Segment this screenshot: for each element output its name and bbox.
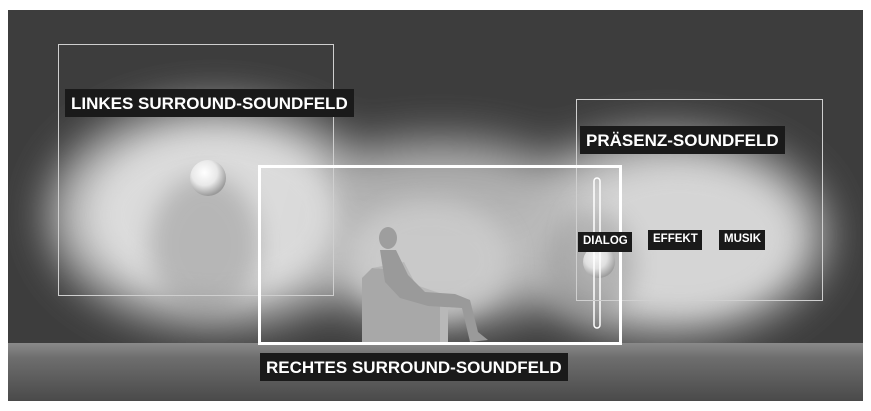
soundfield-diagram: LINKES SURROUND-SOUNDFELD PRÄSENZ-SOUNDF… — [0, 0, 871, 411]
presence-label: PRÄSENZ-SOUNDFELD — [580, 126, 785, 154]
music-label: MUSIK — [719, 230, 766, 250]
right-surround-label: RECHTES SURROUND-SOUNDFELD — [260, 353, 568, 381]
left-surround-label: LINKES SURROUND-SOUNDFELD — [65, 89, 354, 117]
effect-label: EFFEKT — [648, 230, 702, 250]
right-surround-frame — [258, 165, 622, 345]
dialog-label: DIALOG — [578, 232, 632, 252]
